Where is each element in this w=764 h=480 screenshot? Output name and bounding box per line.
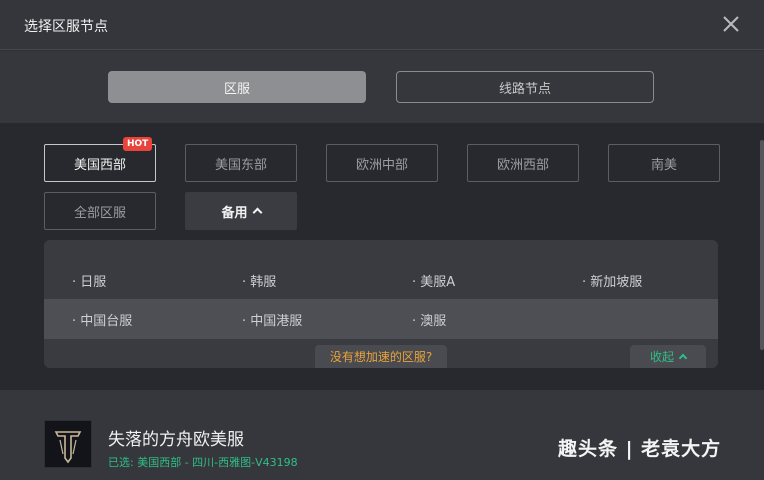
backup-row: · 日服 · 韩服 · 美服A · 新加坡服 xyxy=(44,260,718,300)
region-eu-central[interactable]: 欧洲中部 xyxy=(326,144,438,182)
selected-prefix: 已选: xyxy=(108,456,138,469)
region-south-america[interactable]: 南美 xyxy=(608,144,720,182)
scrollbar[interactable] xyxy=(760,140,764,350)
game-logo-icon xyxy=(44,420,92,468)
backup-item-korea[interactable]: · 韩服 xyxy=(242,271,276,290)
region-backup-toggle[interactable]: 备用 xyxy=(185,192,297,230)
region-us-east[interactable]: 美国东部 xyxy=(185,144,297,182)
region-eu-west[interactable]: 欧洲西部 xyxy=(467,144,579,182)
request-region-button[interactable]: 没有想加速的区服? xyxy=(315,345,447,368)
selected-node-info: 已选: 美国西部 - 四川-西雅图-V43198 xyxy=(108,454,298,470)
backup-item-australia[interactable]: · 澳服 xyxy=(412,310,446,329)
chevron-up-icon xyxy=(678,353,688,363)
selected-node-value: 美国西部 - 四川-西雅图-V43198 xyxy=(137,456,298,469)
hot-badge: HOT xyxy=(123,137,153,151)
watermark: 趣头条 | 老袁大方 xyxy=(558,438,722,460)
chevron-up-icon xyxy=(252,207,262,218)
backup-item-hongkong[interactable]: · 中国港服 xyxy=(242,310,302,329)
region-all[interactable]: 全部区服 xyxy=(44,192,156,230)
backup-item-singapore[interactable]: · 新加坡服 xyxy=(582,271,642,290)
game-name: 失落的方舟欧美服 xyxy=(108,430,244,450)
collapse-label: 收起 xyxy=(649,350,674,364)
backup-item-japan[interactable]: · 日服 xyxy=(72,271,106,290)
dialog-header: 选择区服节点 xyxy=(0,0,764,50)
dialog-title: 选择区服节点 xyxy=(24,19,108,35)
region-backup-label: 备用 xyxy=(221,205,248,221)
tab-bar: 区服 线路节点 xyxy=(0,51,764,123)
backup-item-taiwan[interactable]: · 中国台服 xyxy=(72,310,132,329)
close-icon[interactable] xyxy=(720,13,742,35)
collapse-button[interactable]: 收起 xyxy=(630,345,706,368)
tab-route-node[interactable]: 线路节点 xyxy=(396,71,654,103)
backup-row: · 中国台服 · 中国港服 · 澳服 xyxy=(44,299,718,339)
backup-region-panel: · 日服 · 韩服 · 美服A · 新加坡服 · 中国台服 · 中国港服 · 澳… xyxy=(44,240,718,368)
tab-region[interactable]: 区服 xyxy=(108,71,366,103)
backup-item-us-a[interactable]: · 美服A xyxy=(412,271,455,290)
game-info: 失落的方舟欧美服 已选: 美国西部 - 四川-西雅图-V43198 趣头条 | … xyxy=(0,390,764,480)
